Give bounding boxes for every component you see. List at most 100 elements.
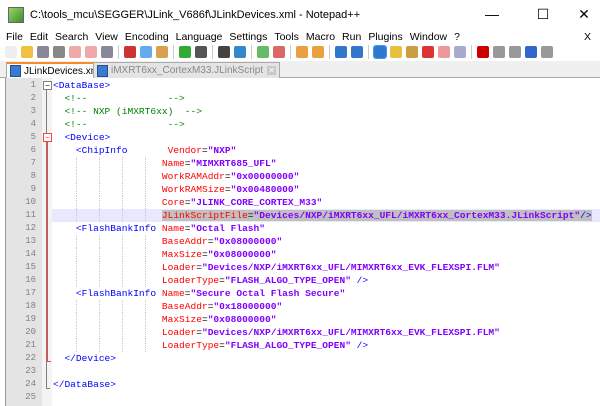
xml-tag: /> [350, 340, 369, 351]
indent-guide [99, 157, 100, 170]
tab-bar: JLinkDevices.xml ✕ iMXRT6xx_CortexM33.JL… [0, 61, 600, 78]
tab-label: JLinkDevices.xml [24, 65, 102, 77]
editor[interactable]: − − 1 <DataBase> 2 <!-- --> 3 <!-- NXP (iMX… [5, 78, 600, 406]
indent-guide [122, 157, 123, 170]
line-number: 18 [25, 301, 36, 311]
monitor-icon[interactable] [454, 46, 466, 58]
function-list-icon[interactable] [422, 46, 434, 58]
xml-value: "FLASH_ALGO_TYPE_OPEN" [224, 275, 351, 286]
code-text: </DataBase> [53, 378, 116, 391]
menu-tools[interactable]: Tools [274, 31, 299, 43]
code-line: 4 <!-- --> [6, 118, 600, 131]
code-line: 10 Core="JLINK_CORE_CORTEX_M33" [6, 196, 600, 209]
menu-language[interactable]: Language [176, 31, 223, 43]
close-document-button[interactable]: X [584, 31, 591, 43]
code-line: 13 BaseAddr="0x08000000" [6, 235, 600, 248]
menu-help[interactable]: ? [454, 31, 460, 43]
xml-value: "0x18000000" [213, 301, 283, 312]
find-icon[interactable] [218, 46, 230, 58]
indent-guide [76, 170, 77, 183]
line-number: 6 [30, 145, 36, 155]
udl-icon[interactable] [390, 46, 402, 58]
menu-settings[interactable]: Settings [229, 31, 267, 43]
menu-file[interactable]: File [6, 31, 23, 43]
line-number: 17 [25, 288, 36, 298]
menu-encoding[interactable]: Encoding [125, 31, 169, 43]
print-icon[interactable] [101, 46, 113, 58]
doc-map-icon[interactable] [406, 46, 418, 58]
menu-window[interactable]: Window [410, 31, 447, 43]
toolbar-separator [212, 45, 213, 59]
menu-search[interactable]: Search [55, 31, 88, 43]
menu-macro[interactable]: Macro [306, 31, 335, 43]
indent-guide-icon[interactable] [373, 45, 387, 59]
copy-icon[interactable] [140, 46, 152, 58]
indent-guide [76, 248, 77, 261]
close-tab-icon[interactable]: ✕ [267, 66, 277, 75]
zoom-out-icon[interactable] [273, 46, 285, 58]
folder-workspace-icon[interactable] [438, 46, 450, 58]
indent-guide [99, 300, 100, 313]
code-text: MaxSize="0x08000000" [53, 248, 277, 261]
sync-v-icon[interactable] [296, 46, 308, 58]
line-number: 19 [25, 314, 36, 324]
indent-guide [99, 326, 100, 339]
word-wrap-icon[interactable] [335, 46, 347, 58]
tab-jlinkscript[interactable]: iMXRT6xx_CortexM33.JLinkScript ✕ [93, 62, 281, 78]
xml-value: "0x08000000" [207, 314, 277, 325]
code-text: LoaderType="FLASH_ALGO_TYPE_OPEN" /> [53, 339, 368, 352]
sync-h-icon[interactable] [312, 46, 324, 58]
save-all-icon[interactable] [53, 46, 65, 58]
close-icon[interactable] [69, 46, 81, 58]
toolbar-separator [118, 45, 119, 59]
code-line: 7 Name="MIMXRT685_UFL" [6, 157, 600, 170]
menu-run[interactable]: Run [342, 31, 361, 43]
xml-value: "Devices/NXP/iMXRT6xx_UFL/MIMXRT6xx_EVK_… [201, 327, 500, 338]
line-number: 2 [30, 93, 36, 103]
line-number: 21 [25, 340, 36, 350]
xml-value: "0x08000000" [207, 249, 277, 260]
code-line: 15 Loader="Devices/NXP/iMXRT6xx_UFL/MIMX… [6, 261, 600, 274]
indent-guide [145, 313, 146, 326]
minimize-button[interactable]: — [482, 6, 502, 22]
show-all-chars-icon[interactable] [351, 46, 363, 58]
xml-attribute: Core [161, 197, 185, 208]
code-text: <DataBase> [53, 79, 110, 92]
open-file-icon[interactable] [21, 46, 33, 58]
indent-guide [99, 261, 100, 274]
code-line: 18 BaseAddr="0x18000000" [6, 300, 600, 313]
line-number: 23 [25, 366, 36, 376]
menu-plugins[interactable]: Plugins [368, 31, 402, 43]
maximize-button[interactable]: ☐ [533, 6, 553, 23]
play-macro-icon[interactable] [509, 46, 521, 58]
xml-tag: /> [350, 275, 369, 286]
stop-record-icon[interactable] [493, 46, 505, 58]
indent-guide [122, 248, 123, 261]
menu-view[interactable]: View [95, 31, 118, 43]
redo-icon[interactable] [195, 46, 207, 58]
undo-icon[interactable] [179, 46, 191, 58]
indent-guide [99, 183, 100, 196]
zoom-in-icon[interactable] [257, 46, 269, 58]
cut-icon[interactable] [124, 46, 136, 58]
indent-guide [145, 274, 146, 287]
code-lines: 1 <DataBase> 2 <!-- --> 3 <!-- NXP (iMXRT6x… [6, 79, 600, 404]
tab-label: iMXRT6xx_CortexM33.JLinkScript [111, 65, 264, 76]
save-icon[interactable] [37, 46, 49, 58]
code-text: <Device> [53, 131, 110, 144]
xml-value: "Octal Flash" [190, 223, 265, 234]
line-number: 20 [25, 327, 36, 337]
run-macro-multiple-icon[interactable] [525, 46, 537, 58]
line-number: 11 [25, 210, 36, 220]
close-button[interactable]: ✕ [574, 6, 594, 23]
menu-edit[interactable]: Edit [30, 31, 48, 43]
indent-guide [99, 170, 100, 183]
replace-icon[interactable] [234, 46, 246, 58]
record-macro-icon[interactable] [477, 46, 489, 58]
paste-icon[interactable] [156, 46, 168, 58]
new-file-icon[interactable] [5, 46, 17, 58]
xml-value: "Secure Octal Flash Secure" [190, 288, 346, 299]
code-line: 12 <FlashBankInfo Name="Octal Flash" [6, 222, 600, 235]
close-all-icon[interactable] [85, 46, 97, 58]
save-macro-icon[interactable] [541, 46, 553, 58]
